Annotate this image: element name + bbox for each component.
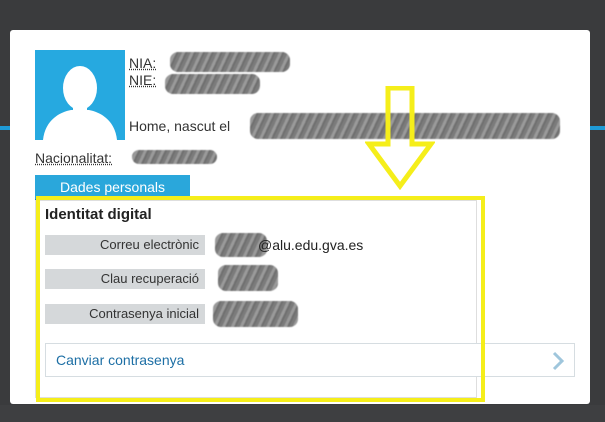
birth-text: Home, nascut el	[129, 118, 231, 134]
nationality-label: Nacionalitat:	[35, 150, 113, 166]
user-silhouette-icon	[35, 50, 125, 140]
redacted-nationality	[132, 150, 217, 164]
change-password-label: Canviar contrasenya	[56, 352, 185, 368]
redacted-recovery-key	[218, 265, 278, 291]
change-password-button[interactable]: Canviar contrasenya	[45, 343, 575, 377]
redacted-nia	[170, 52, 290, 72]
nia-label: NIA:	[129, 55, 157, 71]
chevron-right-icon	[551, 351, 565, 376]
down-arrow-icon	[364, 85, 436, 195]
accent-line-left	[0, 126, 10, 130]
student-card: NIA: NIE: Home, nascut el Nacionalitat: …	[10, 30, 590, 404]
redacted-initial-password	[213, 301, 298, 327]
nie-label: NIE:	[129, 72, 157, 88]
bottom-bar	[0, 405, 605, 422]
accent-line-right	[590, 126, 605, 130]
email-value: @alu.edu.gva.es	[258, 237, 364, 253]
recovery-key-label: Clau recuperació	[45, 269, 205, 289]
tab-personal-data[interactable]: Dades personals	[35, 175, 190, 201]
redacted-nie	[165, 74, 260, 94]
digital-identity-title: Identitat digital	[45, 206, 152, 223]
initial-password-label: Contrasenya inicial	[45, 304, 205, 324]
email-label: Correu electrònic	[45, 235, 205, 255]
